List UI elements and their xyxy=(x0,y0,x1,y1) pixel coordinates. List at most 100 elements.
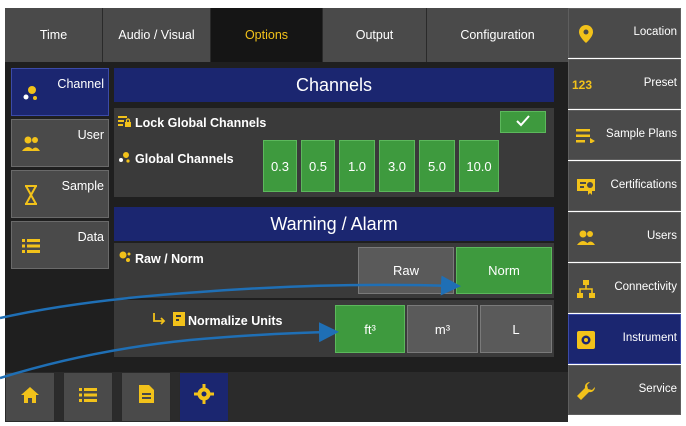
home-button[interactable] xyxy=(5,372,55,422)
home-icon xyxy=(21,386,39,409)
channel-button[interactable]: 0.5 xyxy=(301,140,335,192)
tab-configuration[interactable]: Configuration xyxy=(427,8,568,62)
options-subnav: Channel User Sample Data xyxy=(11,68,109,272)
tab-label: Output xyxy=(355,28,394,42)
channel-value: 3.0 xyxy=(387,158,407,174)
raw-norm-text: Raw / Norm xyxy=(135,251,204,266)
global-channels-row: Global Channels 0.3 0.5 1.0 3.0 5.0 10.0 xyxy=(114,136,554,197)
sidebar-label: Location xyxy=(633,26,677,38)
sidebar-item-connectivity[interactable]: Connectivity xyxy=(568,263,681,313)
channel-value: 0.3 xyxy=(270,158,290,174)
unit-button-m3[interactable]: m³ xyxy=(407,305,478,353)
sub-arrow-icon xyxy=(152,313,166,328)
subnav-item-user[interactable]: User xyxy=(11,119,109,167)
certificate-icon xyxy=(575,176,597,198)
sidebar-label: Certifications xyxy=(610,179,677,191)
gear-icon xyxy=(194,384,214,410)
channel-button[interactable]: 10.0 xyxy=(459,140,499,192)
document-icon xyxy=(138,385,154,409)
raw-button[interactable]: Raw xyxy=(358,247,454,294)
top-tab-bar: Time Audio / Visual Options Output Confi… xyxy=(5,8,568,62)
channel-button[interactable]: 0.3 xyxy=(263,140,297,192)
channels-title: Channels xyxy=(295,74,373,95)
dots-icon xyxy=(118,150,132,167)
tab-audio-visual[interactable]: Audio / Visual xyxy=(103,8,211,62)
tab-output[interactable]: Output xyxy=(323,8,427,62)
sidebar-item-location[interactable]: Location xyxy=(568,8,681,58)
subnav-label: User xyxy=(77,128,104,142)
network-icon xyxy=(575,278,597,300)
location-pin-icon xyxy=(575,23,597,45)
users-icon xyxy=(21,134,41,154)
list-button[interactable] xyxy=(63,372,113,422)
subnav-item-channel[interactable]: Channel xyxy=(11,68,109,116)
dots-icon xyxy=(118,250,132,267)
norm-button[interactable]: Norm xyxy=(456,247,552,294)
sidebar-item-sample-plans[interactable]: Sample Plans xyxy=(568,110,681,160)
sidebar-label: Instrument xyxy=(622,332,677,344)
subnav-label: Sample xyxy=(61,179,104,193)
sidebar-label: Sample Plans xyxy=(606,128,677,140)
global-label-text: Global Channels xyxy=(135,151,234,166)
subnav-item-data[interactable]: Data xyxy=(11,221,109,269)
sidebar-item-preset[interactable]: 123 Preset xyxy=(568,59,681,109)
channels-header: Channels xyxy=(114,68,554,102)
check-icon xyxy=(516,114,530,130)
unit-label: m³ xyxy=(434,321,451,337)
sidebar-label: Users xyxy=(646,230,677,242)
normalize-units-text: Normalize Units xyxy=(188,313,283,328)
hourglass-icon xyxy=(21,185,41,205)
sidebar-item-certifications[interactable]: Certifications xyxy=(568,161,681,211)
units-icon xyxy=(173,312,185,329)
sidebar-item-users[interactable]: Users xyxy=(568,212,681,262)
tab-label: Audio / Visual xyxy=(118,28,195,42)
global-channels-label: Global Channels xyxy=(118,150,234,167)
subnav-label: Channel xyxy=(57,77,104,91)
document-button[interactable] xyxy=(121,372,171,422)
list-icon xyxy=(21,236,41,256)
dots-icon xyxy=(21,83,41,103)
sidebar-label: Connectivity xyxy=(614,281,677,293)
channel-button[interactable]: 5.0 xyxy=(419,140,455,192)
sample-plans-icon xyxy=(575,125,597,147)
lock-global-channels-checkbox[interactable] xyxy=(500,111,546,133)
channel-button[interactable]: 3.0 xyxy=(379,140,415,192)
sidebar-item-instrument[interactable]: Instrument xyxy=(568,314,681,364)
sidebar-label: Preset xyxy=(643,77,677,89)
raw-norm-row: Raw / Norm Raw Norm xyxy=(114,243,554,298)
123-icon: 123 xyxy=(571,78,593,92)
gear-icon xyxy=(575,329,597,351)
tab-options[interactable]: Options xyxy=(211,8,323,62)
lock-label-text: Lock Global Channels xyxy=(135,116,267,130)
sidebar-item-service[interactable]: Service xyxy=(568,365,681,415)
normalize-units-row: Normalize Units ft³ m³ L xyxy=(114,300,554,357)
subnav-label: Data xyxy=(77,230,104,244)
list-icon xyxy=(79,386,97,409)
settings-button[interactable] xyxy=(179,372,229,422)
norm-label: Norm xyxy=(488,263,520,278)
instrument-screen: Time Audio / Visual Options Output Confi… xyxy=(0,0,686,426)
warning-title: Warning / Alarm xyxy=(270,213,398,234)
channel-value: 0.5 xyxy=(308,158,328,174)
channel-value: 5.0 xyxy=(427,158,447,174)
channel-button[interactable]: 1.0 xyxy=(339,140,375,192)
lock-global-channels-label: Lock Global Channels xyxy=(118,115,266,131)
raw-norm-label: Raw / Norm xyxy=(118,250,204,267)
unit-label: ft³ xyxy=(364,321,376,337)
warning-alarm-header: Warning / Alarm xyxy=(114,207,554,241)
tab-time[interactable]: Time xyxy=(5,8,103,62)
subnav-item-sample[interactable]: Sample xyxy=(11,170,109,218)
tab-label: Configuration xyxy=(460,28,535,42)
unit-button-l[interactable]: L xyxy=(480,305,552,353)
tab-label: Options xyxy=(244,28,289,42)
right-sidebar: Location 123 Preset Sample Plans Certifi… xyxy=(568,8,681,416)
channel-value: 1.0 xyxy=(347,158,367,174)
sidebar-label: Service xyxy=(638,383,677,395)
lock-list-icon xyxy=(118,115,132,131)
unit-label: L xyxy=(512,321,520,337)
users-icon xyxy=(575,227,597,249)
raw-label: Raw xyxy=(392,263,419,278)
unit-button-ft3[interactable]: ft³ xyxy=(335,305,405,353)
normalize-units-label: Normalize Units xyxy=(152,312,282,329)
channel-value: 10.0 xyxy=(466,158,492,174)
